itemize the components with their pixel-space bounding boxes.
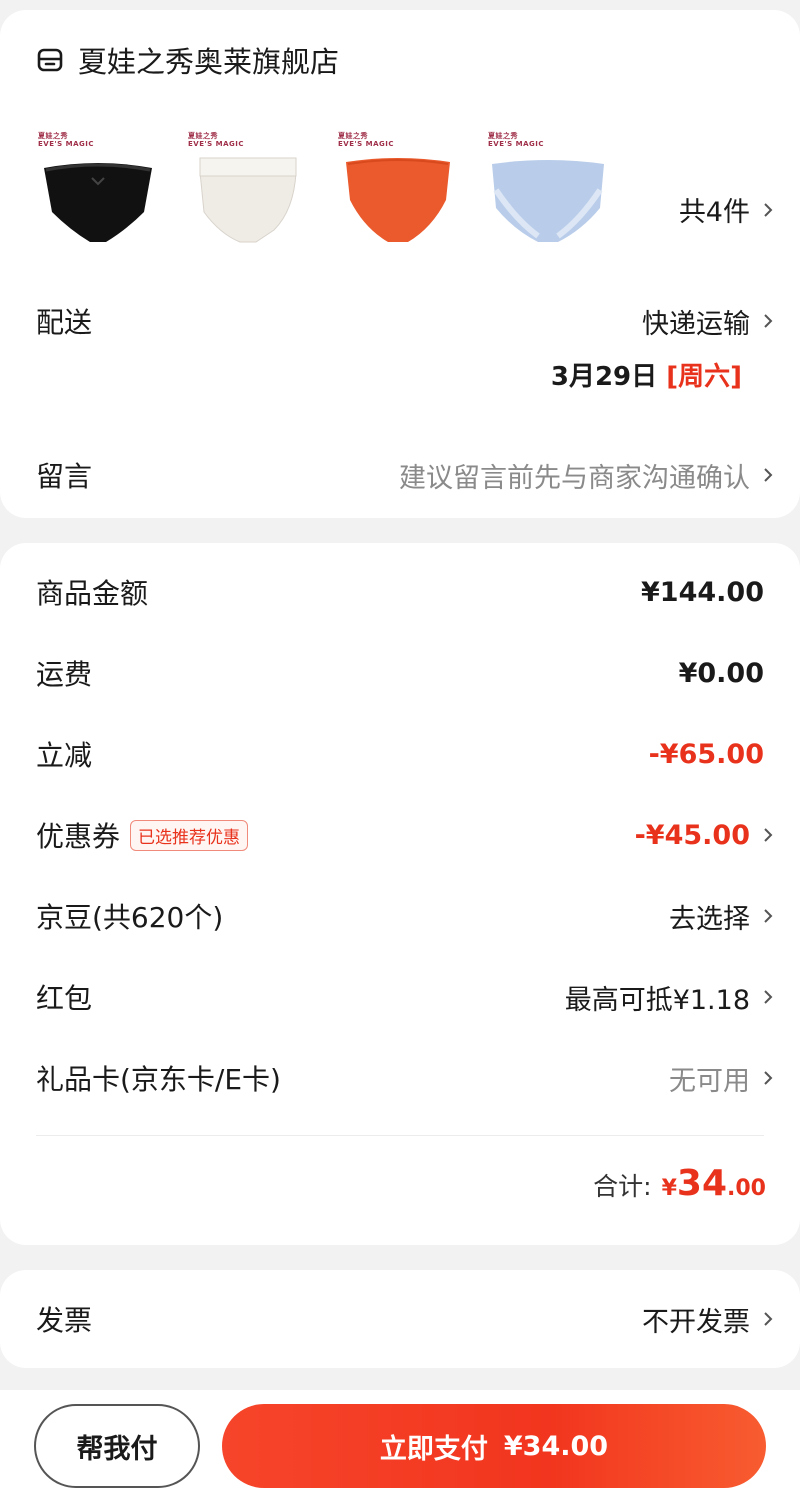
store-header[interactable]: 夏娃之秀奥莱旗舰店 — [36, 40, 339, 80]
invoice-row[interactable]: 发票 不开发票 — [36, 1295, 773, 1343]
coupon-tag: 已选推荐优惠 — [130, 819, 249, 851]
product-thumb[interactable]: 夏娃之秀 EVE'S MAGIC — [330, 130, 464, 256]
chevron-right-icon — [764, 828, 773, 842]
goods-amount-row: 商品金额 ¥144.00 — [36, 576, 764, 611]
instant-discount: -¥65.00 — [648, 738, 764, 770]
store-card: 夏娃之秀奥莱旗舰店 夏娃之秀 EVE'S MAGIC 夏娃之秀 EVE'S MA… — [0, 10, 800, 518]
message-label: 留言 — [36, 460, 93, 493]
product-brand: 夏娃之秀 EVE'S MAGIC — [188, 132, 244, 148]
underwear-image — [199, 157, 297, 243]
chevron-right-icon — [764, 1071, 773, 1085]
underwear-image — [346, 158, 450, 242]
coupon-row[interactable]: 优惠券 已选推荐优惠 -¥45.00 — [36, 811, 773, 859]
pay-now-button[interactable]: 立即支付 ¥34.00 — [222, 1404, 766, 1488]
price-card: 商品金额 ¥144.00 运费 ¥0.00 立减 -¥65.00 优惠券 已选推… — [0, 543, 800, 1245]
store-icon — [37, 48, 63, 72]
message-placeholder: 建议留言前先与商家沟通确认 — [399, 462, 750, 494]
giftcard-row[interactable]: 礼品卡(京东卡/E卡) 无可用 — [36, 1054, 773, 1102]
instant-discount-row: 立减 -¥65.00 — [36, 738, 764, 773]
product-thumb[interactable]: 夏娃之秀 EVE'S MAGIC — [180, 130, 314, 256]
chevron-right-icon — [764, 1312, 773, 1326]
jingdou-value: 去选择 — [669, 903, 750, 935]
product-brand: 夏娃之秀 EVE'S MAGIC — [488, 132, 544, 148]
chevron-right-icon — [764, 314, 773, 328]
shipping-fee: ¥0.00 — [678, 657, 764, 689]
chevron-right-icon — [764, 909, 773, 923]
redpacket-value: 最高可抵¥1.18 — [564, 984, 750, 1016]
product-thumb[interactable]: 夏娃之秀 EVE'S MAGIC — [480, 130, 614, 256]
delivery-date: 3月29日 [周六] — [550, 362, 742, 392]
order-total: 合计: ¥ 34 .00 — [593, 1163, 766, 1204]
chevron-right-icon — [764, 202, 773, 217]
underwear-image — [492, 160, 604, 242]
jingdou-row[interactable]: 京豆(共620个) 去选择 — [36, 892, 773, 940]
divider — [36, 1135, 764, 1136]
product-brand: 夏娃之秀 EVE'S MAGIC — [338, 132, 394, 148]
delivery-row[interactable]: 配送 快递运输 — [36, 297, 773, 345]
delivery-label: 配送 — [36, 306, 93, 339]
invoice-card: 发票 不开发票 — [0, 1270, 800, 1368]
product-brand: 夏娃之秀 EVE'S MAGIC — [38, 132, 94, 148]
product-thumbnails[interactable]: 夏娃之秀 EVE'S MAGIC 夏娃之秀 EVE'S MAGIC 夏娃之秀 E… — [30, 130, 630, 256]
giftcard-value: 无可用 — [669, 1065, 750, 1097]
coupon-value: -¥45.00 — [634, 819, 750, 851]
store-name: 夏娃之秀奥莱旗舰店 — [78, 45, 340, 79]
delivery-method: 快递运输 — [642, 308, 750, 340]
product-thumb[interactable]: 夏娃之秀 EVE'S MAGIC — [30, 130, 164, 256]
pay-amount: ¥34.00 — [503, 1430, 609, 1462]
message-row[interactable]: 留言 建议留言前先与商家沟通确认 — [36, 451, 773, 499]
item-count[interactable]: 共4件 — [679, 190, 773, 229]
bottom-action-bar: 帮我付 立即支付 ¥34.00 — [0, 1390, 800, 1499]
chevron-right-icon — [764, 990, 773, 1004]
chevron-right-icon — [764, 468, 773, 482]
redpacket-row[interactable]: 红包 最高可抵¥1.18 — [36, 973, 773, 1021]
goods-amount: ¥144.00 — [641, 576, 764, 608]
shipping-fee-row: 运费 ¥0.00 — [36, 657, 764, 692]
help-me-pay-button[interactable]: 帮我付 — [34, 1404, 200, 1488]
invoice-value: 不开发票 — [642, 1306, 750, 1338]
underwear-image — [44, 163, 152, 242]
